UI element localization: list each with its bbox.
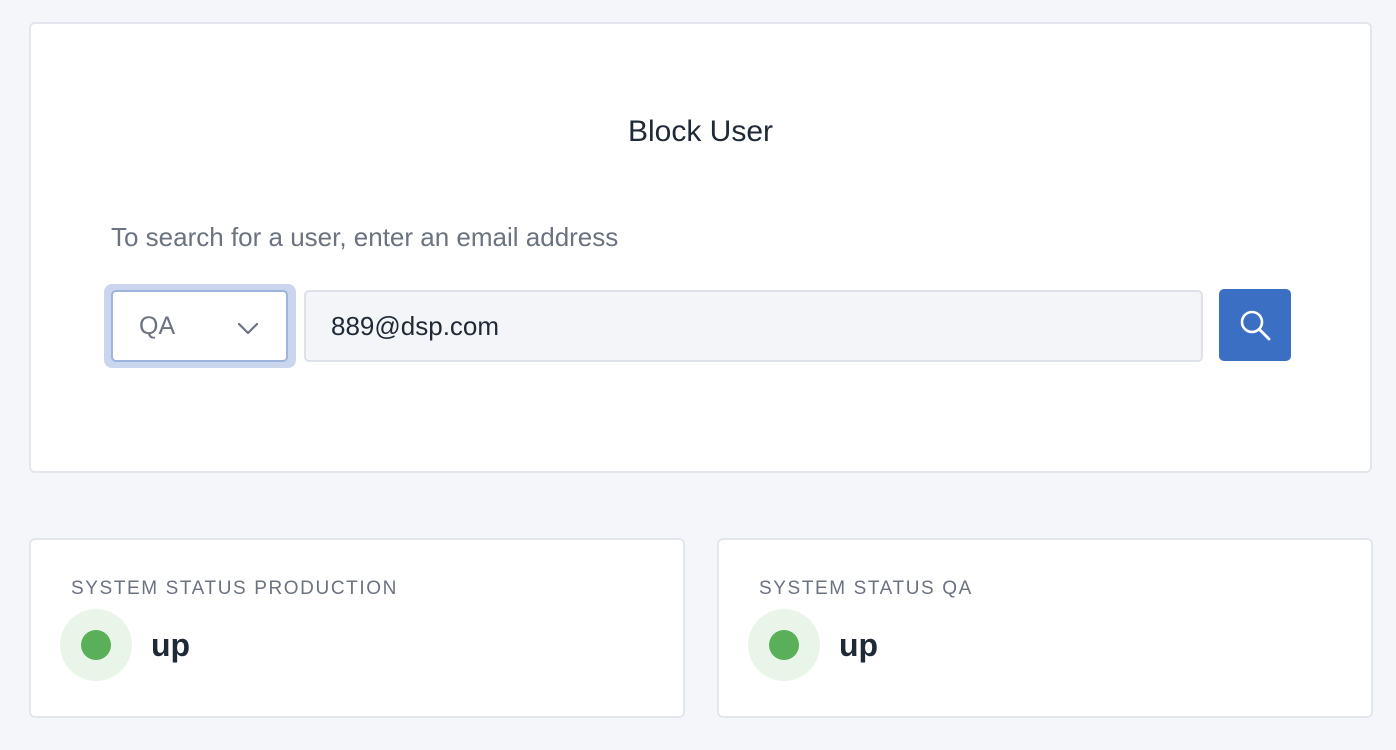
status-card-qa: SYSTEM STATUS QA up	[717, 538, 1373, 718]
status-value: up	[151, 627, 191, 663]
environment-select[interactable]: QA	[111, 290, 288, 362]
status-value: up	[839, 627, 879, 663]
chevron-down-icon	[237, 322, 259, 335]
status-indicator-dot	[81, 630, 111, 660]
status-label: SYSTEM STATUS QA	[759, 578, 973, 599]
page-title: Block User	[627, 115, 774, 148]
search-instruction: To search for a user, enter an email add…	[111, 222, 619, 252]
block-user-card: Block User To search for a user, enter a…	[29, 22, 1372, 473]
email-input[interactable]	[304, 290, 1203, 362]
status-card-production: SYSTEM STATUS PRODUCTION up	[29, 538, 685, 718]
search-icon	[1240, 310, 1271, 341]
status-label: SYSTEM STATUS PRODUCTION	[71, 578, 398, 599]
environment-select-value: QA	[139, 311, 176, 340]
status-indicator-dot	[769, 630, 799, 660]
search-button[interactable]	[1219, 289, 1291, 361]
